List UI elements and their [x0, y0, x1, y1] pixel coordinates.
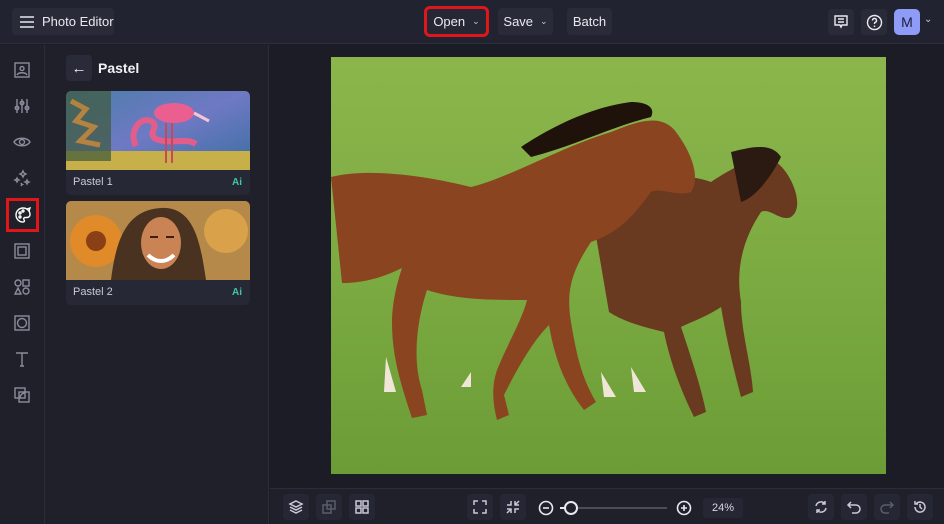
- feedback-button[interactable]: [828, 9, 854, 35]
- shrink-icon: [506, 500, 520, 514]
- rail-item-effects[interactable]: [6, 162, 38, 194]
- texture-icon: [14, 315, 30, 331]
- help-icon: [866, 14, 882, 30]
- fit-screen-button[interactable]: [467, 494, 493, 520]
- text-icon: [16, 352, 28, 367]
- zoom-in-button[interactable]: [675, 499, 693, 517]
- pastel-2-thumbnail: [66, 201, 250, 280]
- compare-icon: [322, 500, 336, 514]
- effect-label: Pastel 1: [73, 176, 113, 188]
- frame-icon: [14, 243, 30, 259]
- effect-card-pastel-1[interactable]: Pastel 1 Ai: [66, 91, 250, 195]
- undo-button[interactable]: [841, 494, 867, 520]
- arrow-left-icon: ←: [71, 59, 87, 77]
- effect-card-pastel-2[interactable]: Pastel 2 Ai: [66, 201, 250, 305]
- rail-item-image[interactable]: [6, 54, 38, 86]
- undo-icon: [846, 501, 861, 514]
- sliders-icon: [14, 99, 30, 113]
- ai-badge: Ai: [232, 287, 242, 298]
- main-menu-button[interactable]: Photo Editor: [12, 8, 114, 35]
- batch-label: Batch: [572, 14, 607, 29]
- chevron-down-icon: ⌄: [472, 16, 480, 26]
- shapes-icon: [13, 279, 30, 295]
- zoom-value[interactable]: 24%: [703, 498, 743, 518]
- ai-badge: Ai: [232, 177, 242, 188]
- hamburger-icon: [20, 15, 34, 28]
- horses-photo: [331, 57, 886, 474]
- back-button[interactable]: ←: [66, 55, 92, 81]
- save-label: Save: [503, 14, 534, 29]
- rail-item-view[interactable]: [6, 126, 38, 158]
- grid-view-button[interactable]: [349, 494, 375, 520]
- save-button[interactable]: Save ⌄: [498, 8, 553, 35]
- comment-icon: [834, 15, 848, 29]
- zoom-slider-handle[interactable]: [564, 501, 578, 515]
- redo-button[interactable]: [874, 494, 900, 520]
- history-button[interactable]: [907, 494, 933, 520]
- user-avatar[interactable]: M: [894, 9, 920, 35]
- history-icon: [914, 501, 926, 513]
- eye-icon: [13, 137, 31, 147]
- actual-size-button[interactable]: [500, 494, 526, 520]
- open-label: Open: [433, 14, 466, 29]
- rail-item-artsy[interactable]: [6, 198, 39, 232]
- open-button[interactable]: Open ⌄: [424, 6, 489, 37]
- zoom-slider-track[interactable]: [572, 507, 667, 509]
- pastel-1-thumbnail: [66, 91, 250, 170]
- account-chevron-down-icon[interactable]: ⌄: [924, 14, 932, 25]
- avatar-initial: M: [901, 14, 913, 30]
- reset-button[interactable]: [808, 494, 834, 520]
- rail-item-textures[interactable]: [6, 307, 38, 339]
- rail-item-frames[interactable]: [6, 235, 38, 267]
- batch-button[interactable]: Batch: [567, 8, 612, 35]
- minus-circle-icon: [538, 500, 554, 516]
- help-button[interactable]: [861, 9, 887, 35]
- rail-item-overlay[interactable]: [6, 379, 38, 411]
- palette-icon: [14, 206, 31, 223]
- chevron-down-icon: ⌄: [540, 16, 548, 26]
- plus-circle-icon: [676, 500, 692, 516]
- panel-title: Pastel: [98, 60, 140, 76]
- redo-icon: [880, 501, 895, 514]
- layers-icon: [288, 500, 304, 514]
- layers-button[interactable]: [283, 494, 309, 520]
- expand-icon: [473, 500, 487, 514]
- app-title: Photo Editor: [42, 14, 114, 29]
- photo-canvas[interactable]: [331, 57, 886, 474]
- compare-button[interactable]: [316, 494, 342, 520]
- overlay-icon: [14, 387, 30, 403]
- sparkle-icon: [13, 169, 31, 187]
- zoom-percentage: 24%: [711, 502, 735, 514]
- zoom-out-button[interactable]: [537, 499, 555, 517]
- rail-item-adjust[interactable]: [6, 90, 38, 122]
- grid-icon: [355, 500, 369, 514]
- refresh-icon: [815, 501, 827, 513]
- image-icon: [14, 62, 30, 78]
- rail-item-graphics[interactable]: [6, 271, 38, 303]
- rail-item-text[interactable]: [6, 343, 38, 375]
- effect-label: Pastel 2: [73, 286, 113, 298]
